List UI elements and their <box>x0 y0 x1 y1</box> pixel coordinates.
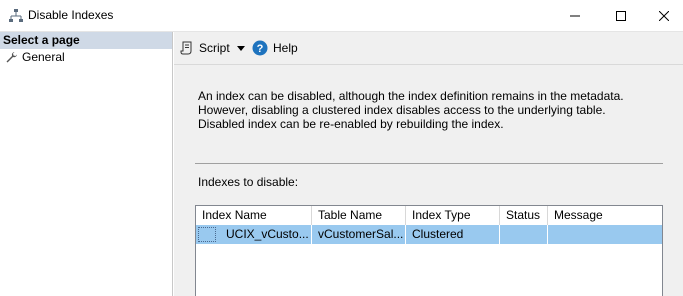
column-header-index-type[interactable]: Index Type <box>406 206 500 225</box>
indexes-grid[interactable]: Index Name Table Name Index Type Status … <box>195 205 663 296</box>
table-name-cell: vCustomerSal... <box>312 225 406 244</box>
help-button[interactable]: ? Help <box>252 40 298 56</box>
maximize-button[interactable] <box>598 0 644 31</box>
svg-text:?: ? <box>257 43 264 55</box>
column-header-index-name[interactable]: Index Name <box>196 206 312 225</box>
description-text: An index can be disabled, although the i… <box>198 89 624 131</box>
script-label: Script <box>199 41 230 55</box>
column-header-table-name[interactable]: Table Name <box>312 206 406 225</box>
column-header-status[interactable]: Status <box>500 206 548 225</box>
index-name-cell: UCIX_vCusto... <box>220 225 312 244</box>
close-icon <box>658 10 669 21</box>
title-bar: Disable Indexes <box>0 0 683 32</box>
sidebar-item-label: General <box>22 50 65 64</box>
indexes-label: Indexes to disable: <box>198 175 299 189</box>
main-panel: Script ? Help An index can be disabled, … <box>174 32 683 296</box>
table-row[interactable]: UCIX_vCusto... vCustomerSal... Clustered <box>196 225 662 244</box>
divider <box>195 163 663 164</box>
chevron-down-icon[interactable] <box>236 45 245 51</box>
close-button[interactable] <box>644 0 683 31</box>
help-label: Help <box>273 41 298 55</box>
maximize-icon <box>616 10 626 21</box>
message-cell <box>548 225 662 244</box>
column-header-message[interactable]: Message <box>548 206 662 225</box>
sidebar-header: Select a page <box>0 32 172 49</box>
grid-header: Index Name Table Name Index Type Status … <box>196 206 662 226</box>
help-icon: ? <box>252 40 268 56</box>
indexes-icon <box>9 9 23 22</box>
minimize-button[interactable] <box>552 0 598 31</box>
script-button[interactable]: Script <box>180 40 245 56</box>
index-type-cell: Clustered <box>406 225 500 244</box>
script-icon <box>180 41 192 55</box>
page-selector-panel: Select a page General <box>0 32 173 296</box>
status-cell <box>500 225 548 244</box>
sidebar-item-general[interactable]: General <box>0 49 172 66</box>
row-checkbox[interactable] <box>198 227 216 242</box>
toolbar: Script ? Help <box>174 32 683 65</box>
minimize-icon <box>570 15 580 16</box>
wrench-icon <box>6 52 17 63</box>
window-title: Disable Indexes <box>28 8 114 22</box>
